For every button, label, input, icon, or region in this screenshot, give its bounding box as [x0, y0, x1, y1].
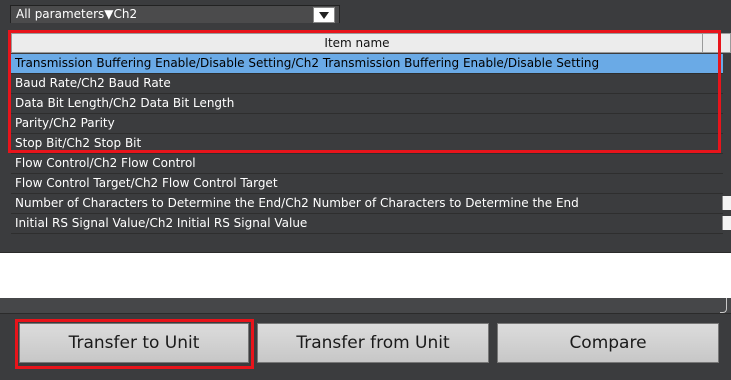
bottom-panel-edge: [0, 298, 731, 314]
parameter-row[interactable]: Baud Rate/Ch2 Baud Rate: [11, 74, 723, 94]
parameter-row-name: Parity/Ch2 Parity: [15, 116, 115, 130]
parameter-row[interactable]: Parity/Ch2 Parity: [11, 114, 723, 134]
parameter-value-cell[interactable]: [722, 216, 731, 230]
screenshot-stage: All parameters▼Ch2 Item name Transmissio…: [0, 0, 731, 380]
transfer-to-unit-button[interactable]: Transfer to Unit: [19, 323, 249, 363]
parameter-filter-dropdown[interactable]: All parameters▼Ch2: [10, 5, 340, 23]
column-header-extra: [703, 33, 731, 53]
parameter-row[interactable]: Number of Characters to Determine the En…: [11, 194, 731, 214]
column-header-item-name[interactable]: Item name: [11, 33, 703, 53]
parameter-panel: All parameters▼Ch2 Item name Transmissio…: [0, 0, 731, 253]
transfer-button-bar: Transfer to Unit Transfer from Unit Comp…: [0, 298, 731, 380]
parameter-row-name: Baud Rate/Ch2 Baud Rate: [15, 76, 171, 90]
parameter-row-name: Flow Control/Ch2 Flow Control: [15, 156, 196, 170]
parameter-row-name: Transmission Buffering Enable/Disable Se…: [15, 56, 600, 70]
parameter-row-name: Stop Bit/Ch2 Stop Bit: [15, 136, 142, 150]
parameter-row[interactable]: Flow Control Target/Ch2 Flow Control Tar…: [11, 174, 723, 194]
parameter-grid: Item name Transmission Buffering Enable/…: [11, 33, 731, 252]
parameter-row[interactable]: Stop Bit/Ch2 Stop Bit: [11, 134, 723, 154]
parameter-value-cell[interactable]: [722, 196, 731, 210]
grid-rows: Transmission Buffering Enable/Disable Se…: [11, 54, 731, 234]
parameter-row[interactable]: Initial RS Signal Value/Ch2 Initial RS S…: [11, 214, 731, 234]
parameter-row[interactable]: Flow Control/Ch2 Flow Control: [11, 154, 723, 174]
compare-button[interactable]: Compare: [497, 323, 719, 363]
parameter-row-name: Flow Control Target/Ch2 Flow Control Tar…: [15, 176, 278, 190]
parameter-row-name: Initial RS Signal Value/Ch2 Initial RS S…: [15, 216, 308, 230]
parameter-filter-value: All parameters▼Ch2: [16, 7, 138, 21]
parameter-row[interactable]: Transmission Buffering Enable/Disable Se…: [11, 54, 723, 74]
dropdown-arrow-icon[interactable]: [313, 7, 335, 23]
parameter-row-name: Number of Characters to Determine the En…: [15, 196, 579, 210]
parameter-row-name: Data Bit Length/Ch2 Data Bit Length: [15, 96, 235, 110]
parameter-row[interactable]: Data Bit Length/Ch2 Data Bit Length: [11, 94, 723, 114]
filter-row: All parameters▼Ch2: [0, 0, 731, 26]
transfer-from-unit-button[interactable]: Transfer from Unit: [257, 323, 489, 363]
panel-corner: [720, 298, 727, 313]
